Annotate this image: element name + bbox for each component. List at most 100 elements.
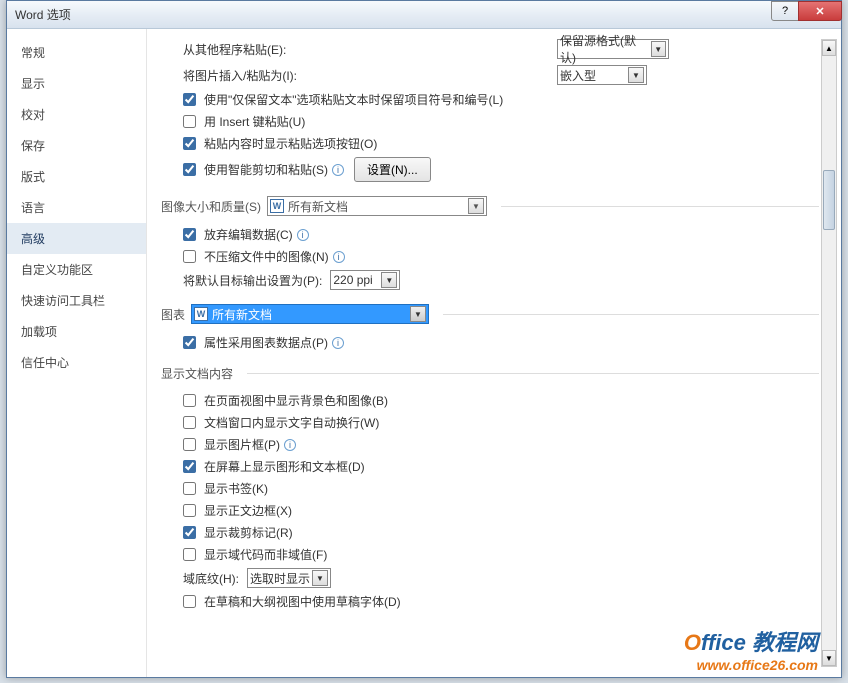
settings-button[interactable]: 设置(N)... [354,157,431,182]
show-crop-checkbox[interactable] [183,526,196,539]
show-bookmarks-checkbox[interactable] [183,482,196,495]
image-quality-target-value: 所有新文档 [288,198,348,215]
scroll-thumb[interactable] [823,170,835,230]
insert-pic-dropdown[interactable]: 嵌入型 ▼ [557,65,647,85]
smart-cut-paste-checkbox[interactable] [183,163,196,176]
paste-options-checkbox[interactable] [183,137,196,150]
chart-datapoints-row: 属性采用图表数据点(P) i [183,334,819,351]
sidebar-item-language[interactable]: 语言 [7,192,146,223]
show-field-codes-checkbox[interactable] [183,548,196,561]
no-compress-label: 不压缩文件中的图像(N) [204,248,329,265]
wrap-text-label: 文档窗口内显示文字自动换行(W) [204,414,379,431]
info-icon: i [284,439,296,451]
chevron-down-icon: ▼ [651,41,666,57]
sidebar-item-addins[interactable]: 加载项 [7,316,146,347]
field-shading-dropdown[interactable]: 选取时显示 ▼ [247,568,331,588]
paste-options-checkbox-row: 粘贴内容时显示粘贴选项按钮(O) [183,135,819,152]
window-title: Word 选项 [15,6,71,23]
chevron-down-icon: ▼ [468,198,484,214]
show-text-bound-checkbox[interactable] [183,504,196,517]
insert-pic-label: 将图片插入/粘贴为(I): [161,67,311,84]
divider [443,314,819,315]
info-icon: i [332,337,344,349]
show-drawings-checkbox[interactable] [183,460,196,473]
chart-target-dropdown[interactable]: W 所有新文档 ▼ [191,304,429,324]
smart-cut-paste-row: 使用智能剪切和粘贴(S) i 设置(N)... [183,157,819,182]
no-compress-row: 不压缩文件中的图像(N) i [183,248,819,265]
show-text-bound-label: 显示正文边框(X) [204,502,292,519]
info-icon: i [333,251,345,263]
discard-edit-checkbox[interactable] [183,228,196,241]
chart-target-value: 所有新文档 [212,306,272,323]
show-field-codes-row: 显示域代码而非域值(F) [183,546,819,563]
divider [247,373,819,374]
sidebar-item-advanced[interactable]: 高级 [7,223,146,254]
category-sidebar: 常规 显示 校对 保存 版式 语言 高级 自定义功能区 快速访问工具栏 加载项 … [7,29,147,677]
insert-key-checkbox[interactable] [183,115,196,128]
dialog-content: 常规 显示 校对 保存 版式 语言 高级 自定义功能区 快速访问工具栏 加载项 … [7,29,841,677]
default-target-dropdown[interactable]: 220 ppi ▼ [330,270,400,290]
default-target-value: 220 ppi [333,273,372,287]
image-quality-target-dropdown[interactable]: W 所有新文档 ▼ [267,196,487,216]
paste-from-other-label: 从其他程序粘贴(E): [161,41,311,58]
keep-bullets-checkbox-row: 使用"仅保留文本"选项粘贴文本时保留项目符号和编号(L) [183,91,819,108]
paste-from-other-row: 从其他程序粘贴(E): 保留源格式(默认) ▼ [161,39,819,59]
options-dialog: Word 选项 ? ✕ 常规 显示 校对 保存 版式 语言 高级 自定义功能区 … [6,0,842,678]
divider [501,206,819,207]
sidebar-item-proofing[interactable]: 校对 [7,99,146,130]
show-pic-frame-row: 显示图片框(P) i [183,436,819,453]
display-content-title: 显示文档内容 [161,365,233,382]
no-compress-checkbox[interactable] [183,250,196,263]
sidebar-item-trust-center[interactable]: 信任中心 [7,347,146,378]
insert-pic-value: 嵌入型 [560,67,596,84]
show-drawings-label: 在屏幕上显示图形和文本框(D) [204,458,365,475]
help-button[interactable]: ? [771,1,799,21]
keep-bullets-checkbox[interactable] [183,93,196,106]
info-icon: i [297,229,309,241]
close-button[interactable]: ✕ [798,1,842,21]
discard-edit-label: 放弃编辑数据(C) [204,226,293,243]
show-bg-label: 在页面视图中显示背景色和图像(B) [204,392,388,409]
draft-font-checkbox[interactable] [183,595,196,608]
word-doc-icon: W [270,199,284,213]
info-icon: i [332,164,344,176]
image-quality-title: 图像大小和质量(S) [161,198,261,215]
sidebar-item-display[interactable]: 显示 [7,68,146,99]
scroll-up-icon[interactable]: ▲ [822,40,836,56]
word-doc-icon: W [194,307,208,321]
wrap-text-checkbox[interactable] [183,416,196,429]
show-pic-frame-checkbox[interactable] [183,438,196,451]
paste-from-other-value: 保留源格式(默认) [560,32,649,66]
insert-key-checkbox-row: 用 Insert 键粘贴(U) [183,113,819,130]
insert-pic-row: 将图片插入/粘贴为(I): 嵌入型 ▼ [161,65,819,85]
paste-from-other-dropdown[interactable]: 保留源格式(默认) ▼ [557,39,669,59]
titlebar: Word 选项 ? ✕ [7,1,841,29]
display-content-header: 显示文档内容 [161,365,819,382]
show-bookmarks-label: 显示书签(K) [204,480,268,497]
field-shading-row: 域底纹(H): 选取时显示 ▼ [183,568,819,588]
default-target-label: 将默认目标输出设置为(P): [183,272,322,289]
sidebar-item-qat[interactable]: 快速访问工具栏 [7,285,146,316]
chart-datapoints-label: 属性采用图表数据点(P) [204,334,328,351]
draft-font-label: 在草稿和大纲视图中使用草稿字体(D) [204,593,401,610]
field-shading-label: 域底纹(H): [183,570,239,587]
show-bg-row: 在页面视图中显示背景色和图像(B) [183,392,819,409]
image-quality-header: 图像大小和质量(S) W 所有新文档 ▼ [161,196,819,216]
show-text-bound-row: 显示正文边框(X) [183,502,819,519]
chevron-down-icon: ▼ [628,67,644,83]
default-target-row: 将默认目标输出设置为(P): 220 ppi ▼ [183,270,819,290]
scroll-down-icon[interactable]: ▼ [822,650,836,666]
chart-datapoints-checkbox[interactable] [183,336,196,349]
show-field-codes-label: 显示域代码而非域值(F) [204,546,327,563]
sidebar-item-save[interactable]: 保存 [7,130,146,161]
keep-bullets-label: 使用"仅保留文本"选项粘贴文本时保留项目符号和编号(L) [204,91,503,108]
sidebar-item-customize-ribbon[interactable]: 自定义功能区 [7,254,146,285]
discard-edit-row: 放弃编辑数据(C) i [183,226,819,243]
chart-header: 图表 W 所有新文档 ▼ [161,304,819,324]
show-crop-label: 显示裁剪标记(R) [204,524,293,541]
sidebar-item-layout[interactable]: 版式 [7,161,146,192]
vertical-scrollbar[interactable]: ▲ ▼ [821,39,837,667]
sidebar-item-general[interactable]: 常规 [7,37,146,68]
show-bg-checkbox[interactable] [183,394,196,407]
show-pic-frame-label: 显示图片框(P) [204,436,280,453]
